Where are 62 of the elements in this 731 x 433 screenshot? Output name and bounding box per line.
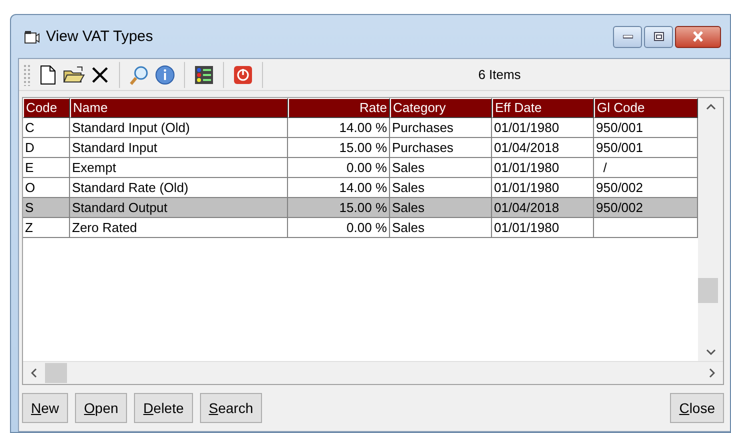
table-cell: E (23, 158, 70, 178)
table-cell: Exempt (70, 158, 288, 178)
scroll-up-icon[interactable] (706, 104, 716, 110)
table-cell: O (23, 178, 70, 198)
table-cell: / (594, 158, 698, 178)
table-cell: 01/01/1980 (492, 178, 594, 198)
maximize-button[interactable] (644, 26, 673, 48)
table-cell: Z (23, 218, 70, 238)
table-cell: 0.00 % (288, 158, 390, 178)
table-cell: Sales (390, 218, 492, 238)
table-cell: Zero Rated (70, 218, 288, 238)
minimize-button[interactable] (613, 26, 642, 48)
scroll-down-icon[interactable] (706, 349, 716, 355)
action-button[interactable]: Delete (134, 393, 193, 423)
maximize-icon (654, 32, 664, 41)
table-cell: 950/001 (594, 118, 698, 138)
item-count: 6 Items (477, 67, 522, 82)
scroll-left-icon[interactable] (31, 368, 37, 378)
table-cell: Sales (390, 198, 492, 218)
table-cell: Purchases (390, 138, 492, 158)
action-button[interactable]: New (22, 393, 68, 423)
action-button[interactable]: Open (75, 393, 128, 423)
table-cell: 01/01/1980 (492, 158, 594, 178)
column-header[interactable]: Code (23, 98, 70, 118)
table-cell: 0.00 % (288, 218, 390, 238)
table-cell: Sales (390, 158, 492, 178)
table-cell: 14.00 % (288, 178, 390, 198)
table-cell: 950/002 (594, 178, 698, 198)
column-header[interactable]: Eff Date (492, 98, 594, 118)
minimize-icon (622, 34, 632, 38)
table-cell: 15.00 % (288, 198, 390, 218)
vertical-scrollbar[interactable] (698, 98, 723, 361)
table-cell: Sales (390, 178, 492, 198)
table-cell: C (23, 118, 70, 138)
table-cell: Standard Output (70, 198, 288, 218)
table-cell: Standard Rate (Old) (70, 178, 288, 198)
horizontal-scrollbar[interactable] (23, 361, 723, 384)
table-cell: S (23, 198, 70, 218)
table-cell: Standard Input (70, 138, 288, 158)
scroll-thumb[interactable] (698, 278, 718, 303)
table-cell: Standard Input (Old) (70, 118, 288, 138)
close-window-button[interactable] (675, 26, 721, 48)
table-cell: D (23, 138, 70, 158)
column-header[interactable]: Category (390, 98, 492, 118)
table-cell: 950/001 (594, 138, 698, 158)
table-cell: 01/04/2018 (492, 198, 594, 218)
column-header[interactable]: Rate (288, 98, 390, 118)
scroll-thumb[interactable] (45, 363, 67, 383)
table-cell: 15.00 % (288, 138, 390, 158)
close-button[interactable]: Close (670, 393, 724, 423)
table-cell: 01/01/1980 (492, 118, 594, 138)
window-title: View VAT Types (46, 28, 154, 45)
scroll-right-icon[interactable] (709, 368, 715, 378)
column-header[interactable]: Name (70, 98, 288, 118)
table-cell: 01/04/2018 (492, 138, 594, 158)
table-cell: 950/002 (594, 198, 698, 218)
table-cell: 14.00 % (288, 118, 390, 138)
table-cell: 01/01/1980 (492, 218, 594, 238)
close-icon (692, 31, 704, 42)
action-button[interactable]: Search (200, 393, 262, 423)
table-cell: Purchases (390, 118, 492, 138)
column-header[interactable]: Gl Code (594, 98, 698, 118)
